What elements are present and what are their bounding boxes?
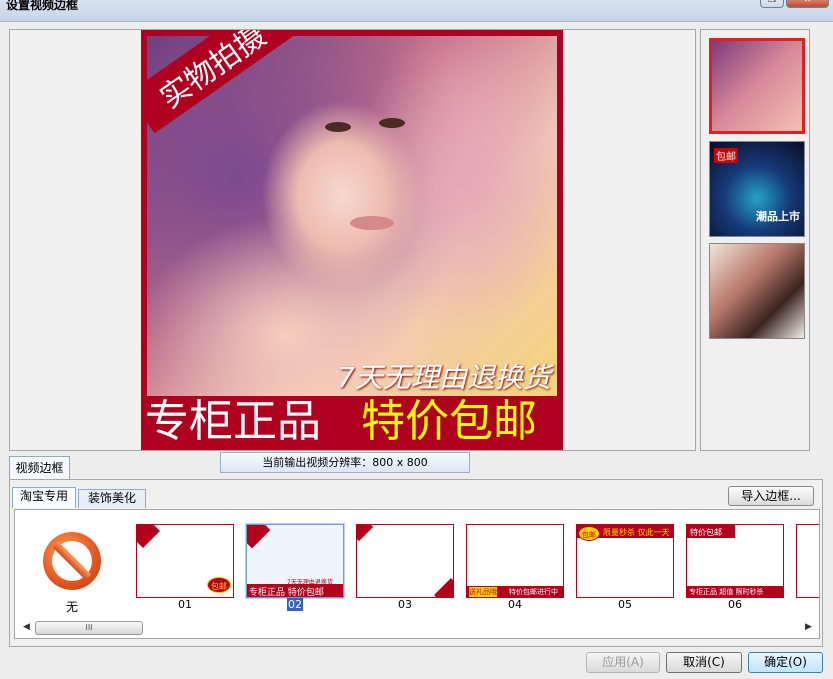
- slogan-text: 7天无理由退换货: [337, 361, 551, 394]
- ok-button[interactable]: 确定(O): [748, 652, 823, 673]
- frame-02-strip-text: 专柜正品 特价包邮: [249, 588, 324, 598]
- no-frame-label: 无: [65, 600, 78, 614]
- frame-label-01: 01: [136, 598, 234, 611]
- frame-label-06-text: 06: [728, 598, 742, 611]
- frame-label-02: 02: [246, 598, 344, 611]
- frame-label-04-text: 04: [508, 598, 522, 611]
- frame-item-02[interactable]: 7天无理由退换货 专柜正品 特价包邮: [246, 524, 344, 598]
- frame-04-strip: 送礼品哦 特价包邮进行中: [467, 586, 563, 597]
- thumbnail-1[interactable]: [709, 38, 805, 134]
- frame-06-top-text: 特价包邮: [690, 528, 722, 537]
- frame-label-06: 06: [686, 598, 784, 611]
- window-title: 设置视频边框: [6, 0, 79, 12]
- preview-image: 实物拍摄 7天无理由退换货 专柜正品 特价包邮: [141, 30, 563, 450]
- tab-taobao[interactable]: 淘宝专用: [12, 487, 76, 508]
- cancel-button[interactable]: 取消(C): [666, 652, 742, 673]
- frame-01-badge-shape: 包邮: [207, 577, 231, 593]
- frame-02-corner-shape: [247, 525, 271, 549]
- apply-button[interactable]: 应用(A): [586, 652, 660, 673]
- frame-06-bottom-text: 专柜正品 超值 限时秒杀: [689, 588, 764, 596]
- frame-list[interactable]: 无 包邮 01 7天无理由退换货 专柜正品 特价包邮 02 03 送礼品哦 特价…: [14, 509, 820, 639]
- frame-02-strip: 专柜正品 特价包邮: [247, 584, 343, 597]
- scroll-right-icon[interactable]: ▶: [805, 622, 812, 632]
- frame-05-badge-shape: 包邮: [578, 526, 600, 541]
- frame-label-04: 04: [466, 598, 564, 611]
- thumbnail-3[interactable]: [709, 243, 805, 339]
- eye-right-shape: [379, 118, 405, 128]
- thumbnail-panel[interactable]: 包邮 潮品上市: [700, 29, 810, 451]
- import-frame-button[interactable]: 导入边框...: [728, 486, 814, 506]
- frame-label-03: 03: [356, 598, 454, 611]
- tab-video-frame[interactable]: 视频边框: [9, 456, 70, 480]
- frame-05-badge-text: 包邮: [582, 531, 596, 539]
- frame-item-01[interactable]: 包邮: [136, 524, 234, 598]
- tab-decoration[interactable]: 装饰美化: [78, 489, 146, 508]
- frame-item-04[interactable]: 送礼品哦 特价包邮进行中: [466, 524, 564, 598]
- frame-label-01-text: 01: [178, 598, 192, 611]
- thumbnail-2-badge: 包邮: [714, 148, 738, 163]
- resolution-label: 当前输出视频分辨率：800 x 800: [220, 452, 470, 473]
- restore-button[interactable]: ❐: [760, 0, 784, 8]
- frame-01-badge-text: 包邮: [211, 582, 227, 591]
- scroll-left-icon[interactable]: ◀: [23, 622, 30, 632]
- frame-item-06[interactable]: 特价包邮 专柜正品 超值 限时秒杀: [686, 524, 784, 598]
- lips-shape: [350, 216, 394, 230]
- frame-label-02-text: 02: [287, 598, 303, 611]
- eye-left-shape: [325, 122, 351, 132]
- title-bar: 设置视频边框 ❐ ✕: [0, 0, 833, 22]
- frame-item-03[interactable]: [356, 524, 454, 598]
- frame-item-05[interactable]: 限量秒杀 仅此一天 包邮: [576, 524, 674, 598]
- frame-06-strip: 专柜正品 超值 限时秒杀: [687, 586, 783, 597]
- frame-05-top-text: 限量秒杀 仅此一天: [603, 528, 670, 537]
- thumbnail-2[interactable]: 包邮 潮品上市: [709, 141, 805, 237]
- frame-label-03-text: 03: [398, 598, 412, 611]
- no-frame-icon[interactable]: [43, 532, 101, 590]
- frame-06-top-strip: 特价包邮: [687, 525, 735, 538]
- frame-item-07-partial[interactable]: [796, 524, 819, 598]
- scrollbar-thumb[interactable]: III: [35, 621, 143, 635]
- horizontal-scrollbar[interactable]: ◀ III ▶: [19, 620, 815, 636]
- frame-04-left-text: 送礼品哦: [469, 587, 497, 597]
- frame-03-corner-shape-2: [434, 578, 453, 597]
- frame-04-right-text: 特价包邮进行中: [509, 588, 558, 596]
- frame-label-05: 05: [576, 598, 674, 611]
- banner-left-text: 专柜正品: [145, 396, 321, 447]
- frame-01-corner-shape: [137, 525, 160, 548]
- frame-03-corner-shape: [357, 525, 374, 542]
- thumbnail-2-overlay: 潮品上市: [756, 210, 800, 223]
- banner-right-text: 特价包邮: [361, 396, 537, 447]
- bottom-banner: 专柜正品 特价包邮: [141, 396, 563, 450]
- frame-label-05-text: 05: [618, 598, 632, 611]
- close-button[interactable]: ✕: [786, 0, 829, 8]
